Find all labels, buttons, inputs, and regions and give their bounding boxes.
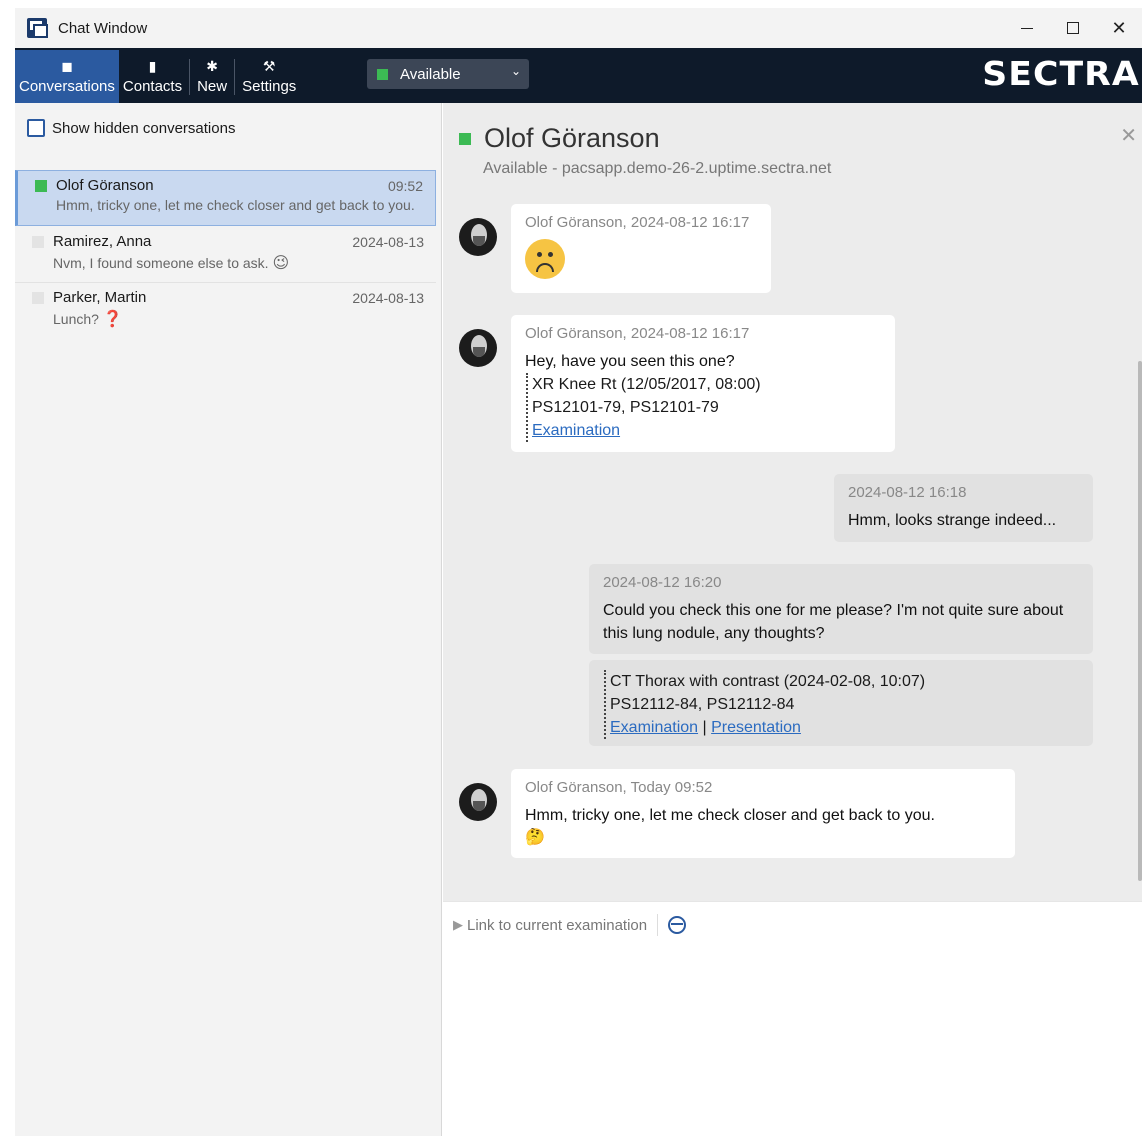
message-meta: Olof Göranson, Today 09:52	[525, 779, 713, 796]
compose-divider	[657, 914, 659, 936]
link-exam-icon: ▶	[453, 917, 463, 932]
toolbar-divider	[234, 59, 236, 95]
conversations-icon: ◼	[61, 58, 73, 74]
message-text: Could you check this one for me please? …	[603, 602, 1064, 642]
settings-icon: ⚒	[262, 58, 276, 74]
show-hidden-label: Show hidden conversations	[52, 119, 236, 137]
thinking-face-emoji-icon: 🤔	[525, 829, 545, 846]
presence-indicator	[35, 179, 47, 192]
exam-reference: XR Knee Rt (12/05/2017, 08:00) PS12101-7…	[526, 373, 881, 442]
link-current-exam-button[interactable]: ▶ Link to current examination	[453, 917, 647, 934]
desktop-edge	[0, 0, 15, 1136]
exam-reference: CT Thorax with contrast (2024-02-08, 10:…	[604, 670, 1079, 739]
preview-text: Nvm, I found someone else to ask.	[53, 255, 269, 271]
message-text: Hmm, looks strange indeed...	[848, 512, 1057, 529]
compose-area: ▶ Link to current examination	[443, 901, 1142, 1136]
toolbar-divider	[189, 59, 191, 95]
message-meta: Olof Göranson, 2024-08-12 16:17	[525, 214, 750, 231]
message-meta: 2024-08-12 16:18	[848, 484, 967, 501]
minimize-icon	[1021, 27, 1033, 29]
question-mark-icon: ❓	[102, 311, 123, 328]
contact-status: Available - pacsapp.demo-26-2.uptime.sec…	[483, 160, 832, 177]
message-bubble: Olof Göranson, 2024-08-12 16:17	[511, 204, 771, 293]
message-text: Hey, have you seen this one?	[525, 353, 735, 370]
message-meta: Olof Göranson, 2024-08-12 16:17	[525, 325, 750, 342]
message-bubble: Olof Göranson, Today 09:52 Hmm, tricky o…	[511, 769, 1015, 858]
conversation-name: Olof Göranson	[56, 177, 154, 194]
message-input[interactable]	[443, 946, 1142, 1136]
presentation-link[interactable]: Presentation	[711, 719, 801, 736]
message-bubble: Olof Göranson, 2024-08-12 16:17 Hey, hav…	[511, 315, 895, 452]
new-button[interactable]: ✱ New	[193, 50, 231, 103]
status-value: Available	[400, 65, 461, 83]
message-bubble: 2024-08-12 16:20 Could you check this on…	[589, 564, 1093, 654]
status-indicator	[377, 68, 388, 80]
contacts-label: Contacts	[122, 78, 183, 95]
sad-face-emoji-icon	[525, 239, 565, 279]
contacts-icon: ▮	[148, 58, 157, 74]
avatar	[459, 218, 497, 256]
contacts-button[interactable]: ▮ Contacts	[119, 50, 186, 103]
conversations-label: Conversations	[19, 78, 115, 95]
avatar	[459, 783, 497, 821]
close-conversation-icon[interactable]: ✕	[1120, 123, 1137, 148]
contact-name: Olof Göranson	[484, 123, 660, 153]
conversation-name: Ramirez, Anna	[53, 233, 152, 250]
avatar	[459, 329, 497, 367]
conversation-preview: Hmm, tricky one, let me check closer and…	[56, 197, 415, 213]
conversation-time: 09:52	[387, 177, 423, 194]
window-title: Chat Window	[58, 19, 148, 37]
conversation-item[interactable]: Olof Göranson 09:52 Hmm, tricky one, let…	[15, 170, 436, 226]
examination-link[interactable]: Examination	[532, 422, 620, 439]
close-icon: ✕	[1111, 17, 1127, 38]
presence-indicator	[459, 132, 471, 145]
new-label: New	[197, 78, 228, 95]
message-text: Hmm, tricky one, let me check closer and…	[525, 807, 935, 824]
link-separator: |	[702, 719, 707, 736]
contact-header: Olof Göranson	[459, 123, 660, 154]
toolbar: ◼ Conversations ▮ Contacts ✱ New ⚒ Setti…	[15, 48, 1142, 103]
presence-indicator	[32, 291, 44, 304]
preview-text: Lunch?	[53, 311, 99, 327]
maximize-icon	[1067, 22, 1079, 34]
examination-link[interactable]: Examination	[610, 719, 698, 736]
maximize-button[interactable]	[1050, 8, 1096, 48]
chevron-down-icon: ⌄	[510, 64, 521, 78]
title-bar: Chat Window ✕	[15, 8, 1142, 48]
conversation-time: 2024-08-13	[352, 289, 424, 306]
conversation-item[interactable]: Parker, Martin 2024-08-13 Lunch? ❓	[15, 283, 436, 339]
exam-description: CT Thorax with contrast (2024-02-08, 10:…	[610, 673, 926, 690]
app-icon	[27, 18, 48, 38]
wink-emoji-icon: 😉	[272, 255, 290, 272]
show-hidden-checkbox[interactable]: Show hidden conversations	[27, 119, 235, 137]
link-exam-label: Link to current examination	[467, 916, 648, 934]
presence-indicator	[32, 235, 44, 248]
message-attachment: CT Thorax with contrast (2024-02-08, 10:…	[589, 660, 1093, 746]
minimize-button[interactable]	[1004, 8, 1050, 48]
conversation-list-panel: Show hidden conversations Olof Göranson …	[15, 103, 442, 1136]
conversation-name: Parker, Martin	[53, 289, 147, 306]
message-bubble: 2024-08-12 16:18 Hmm, looks strange inde…	[834, 474, 1093, 542]
conversation-item[interactable]: Ramirez, Anna 2024-08-13 Nvm, I found so…	[15, 227, 436, 283]
new-conversation-icon: ✱	[206, 58, 218, 74]
exam-ids: PS12112-84, PS12112-84	[610, 696, 795, 713]
close-button[interactable]: ✕	[1096, 8, 1142, 48]
chat-panel: Olof Göranson Available - pacsapp.demo-2…	[443, 103, 1142, 901]
brand-logo: SECTRA	[982, 54, 1140, 93]
status-dropdown[interactable]: Available ⌄	[367, 59, 529, 89]
compose-toolbar: ▶ Link to current examination	[453, 914, 687, 936]
conversation-preview: Lunch? ❓	[53, 309, 423, 329]
emoji-picker-icon[interactable]	[668, 916, 687, 934]
scrollbar[interactable]	[1138, 361, 1142, 881]
exam-ids: PS12101-79, PS12101-79	[532, 399, 719, 416]
checkbox-icon	[27, 119, 45, 137]
settings-button[interactable]: ⚒ Settings	[238, 50, 300, 103]
exam-description: XR Knee Rt (12/05/2017, 08:00)	[532, 376, 761, 393]
settings-label: Settings	[242, 78, 297, 95]
message-meta: 2024-08-12 16:20	[603, 574, 722, 591]
conversation-time: 2024-08-13	[352, 233, 424, 250]
conversation-preview: Nvm, I found someone else to ask. 😉	[53, 253, 423, 273]
conversations-button[interactable]: ◼ Conversations	[15, 50, 119, 103]
